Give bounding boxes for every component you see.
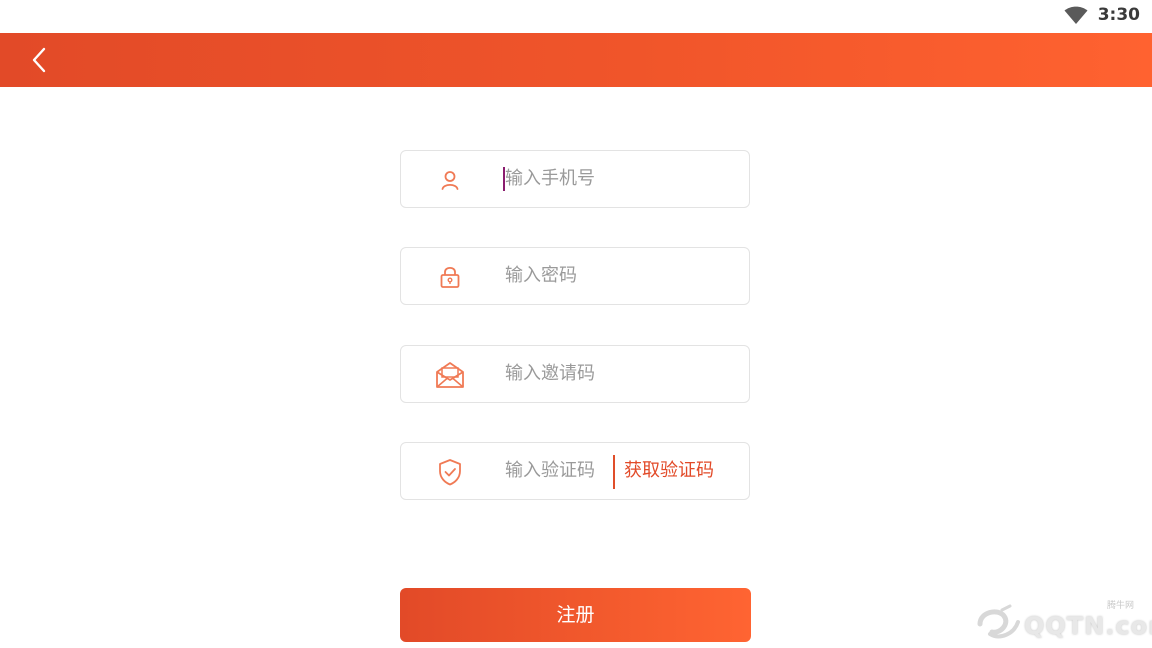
verify-code-field[interactable]: 获取验证码: [400, 442, 750, 500]
user-icon: [435, 165, 465, 195]
wifi-icon: [1064, 5, 1088, 25]
back-button[interactable]: [22, 42, 58, 78]
status-bar: 3:30: [0, 0, 1152, 32]
chevron-left-icon: [32, 47, 46, 73]
phone-input[interactable]: [505, 151, 705, 207]
shield-check-icon: [435, 457, 465, 487]
password-field[interactable]: [400, 247, 750, 305]
watermark-logo-icon: [974, 604, 1022, 648]
lock-icon: [435, 262, 465, 292]
invite-code-field[interactable]: [400, 345, 750, 403]
status-icons: 3:30: [1064, 5, 1140, 25]
get-code-button[interactable]: 获取验证码: [624, 443, 714, 499]
password-input[interactable]: [505, 248, 705, 304]
invite-code-input[interactable]: [505, 346, 705, 402]
envelope-icon: [435, 360, 465, 390]
watermark: 腾牛网 QQTN.com: [972, 598, 1152, 644]
code-divider: [613, 455, 615, 489]
phone-field[interactable]: [400, 150, 750, 208]
register-button[interactable]: 注册: [400, 588, 751, 642]
status-time: 3:30: [1097, 5, 1140, 25]
app-bar: [0, 33, 1152, 87]
watermark-text: QQTN.com: [1024, 612, 1152, 640]
watermark-small-text: 腾牛网: [1106, 601, 1134, 611]
verify-code-input[interactable]: [505, 443, 610, 499]
